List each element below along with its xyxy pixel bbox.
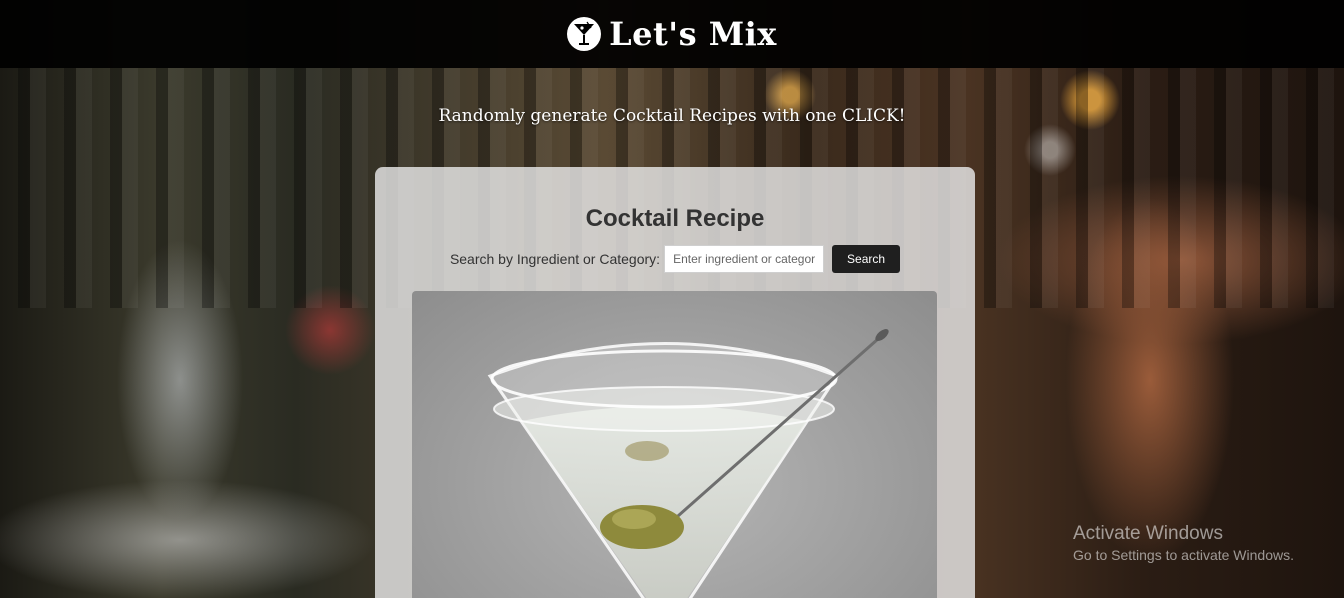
- search-input[interactable]: [664, 245, 825, 273]
- windows-activation-watermark: Activate Windows Go to Settings to activ…: [1073, 523, 1294, 563]
- search-button[interactable]: Search: [832, 245, 901, 273]
- cocktail-recipe-card: Cocktail Recipe Search by Ingredient or …: [375, 167, 975, 598]
- tagline: Randomly generate Cocktail Recipes with …: [438, 106, 906, 126]
- card-title: Cocktail Recipe: [585, 205, 765, 232]
- watermark-subtitle: Go to Settings to activate Windows.: [1073, 547, 1294, 563]
- brand-title: Let's Mix: [609, 15, 777, 53]
- cocktail-glass-icon: [567, 17, 602, 51]
- cocktail-image: [412, 291, 937, 598]
- site-header: Let's Mix: [0, 0, 1344, 68]
- search-label: Search by Ingredient or Category:: [449, 251, 661, 267]
- brand[interactable]: Let's Mix: [567, 15, 777, 53]
- martini-glass-image: [487, 329, 889, 598]
- watermark-title: Activate Windows: [1073, 523, 1223, 544]
- search-row: Search by Ingredient or Category: Search: [375, 245, 975, 273]
